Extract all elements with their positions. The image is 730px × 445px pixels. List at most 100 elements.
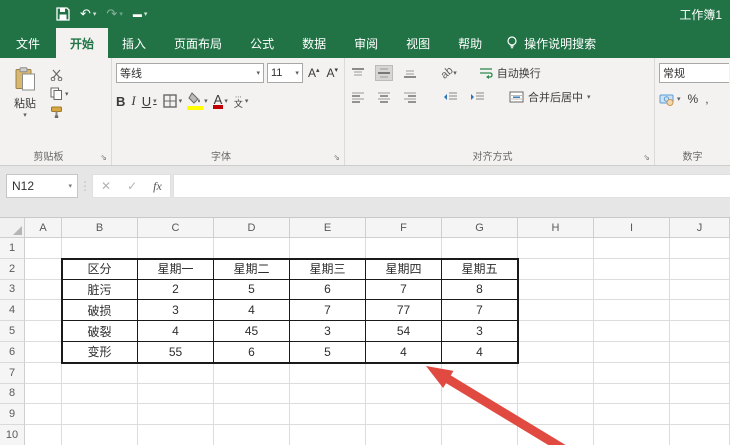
- percent-style-button[interactable]: %: [688, 92, 699, 106]
- cut-button[interactable]: [50, 69, 69, 81]
- cell-A3[interactable]: [25, 280, 62, 301]
- cell-D6[interactable]: 6: [214, 342, 290, 363]
- cell-D8[interactable]: [214, 384, 290, 405]
- cell-H6[interactable]: [518, 342, 594, 363]
- cell-G2[interactable]: 星期五: [442, 259, 518, 280]
- paste-button[interactable]: 粘贴 ▾: [4, 63, 46, 149]
- column-header-E[interactable]: E: [290, 218, 366, 238]
- cell-B8[interactable]: [62, 384, 138, 405]
- cell-B9[interactable]: [62, 404, 138, 425]
- row-header-4[interactable]: 4: [0, 300, 25, 321]
- cell-D4[interactable]: 4: [214, 300, 290, 321]
- cell-C3[interactable]: 2: [138, 280, 214, 301]
- shrink-font-button[interactable]: A▾: [324, 66, 340, 80]
- cell-D3[interactable]: 5: [214, 280, 290, 301]
- italic-button[interactable]: I: [131, 93, 135, 109]
- row-header-6[interactable]: 6: [0, 342, 25, 363]
- phonetic-guide-button[interactable]: ⋯文 ▾: [234, 95, 249, 107]
- cell-J10[interactable]: [670, 425, 730, 445]
- column-header-G[interactable]: G: [442, 218, 518, 238]
- cell-J5[interactable]: [670, 321, 730, 342]
- column-header-A[interactable]: A: [25, 218, 62, 238]
- cell-B10[interactable]: [62, 425, 138, 445]
- cell-C1[interactable]: [138, 238, 214, 259]
- cell-A1[interactable]: [25, 238, 62, 259]
- cell-A4[interactable]: [25, 300, 62, 321]
- cell-E8[interactable]: [290, 384, 366, 405]
- align-middle-button[interactable]: [375, 65, 393, 81]
- cell-I7[interactable]: [594, 363, 670, 384]
- cell-F1[interactable]: [366, 238, 442, 259]
- font-color-button[interactable]: A ▾: [214, 94, 228, 109]
- cell-A5[interactable]: [25, 321, 62, 342]
- cell-G8[interactable]: [442, 384, 518, 405]
- cell-A8[interactable]: [25, 384, 62, 405]
- customize-qat-button[interactable]: ▬▾: [133, 9, 148, 19]
- orientation-button[interactable]: ab▾: [441, 67, 457, 79]
- cell-I10[interactable]: [594, 425, 670, 445]
- cell-B3[interactable]: 脏污: [62, 280, 138, 301]
- cell-D9[interactable]: [214, 404, 290, 425]
- align-top-button[interactable]: [349, 65, 367, 81]
- grow-font-button[interactable]: A▴: [306, 66, 322, 80]
- tab-home[interactable]: 开始: [56, 28, 108, 58]
- cell-I1[interactable]: [594, 238, 670, 259]
- cell-G5[interactable]: 3: [442, 321, 518, 342]
- cell-H3[interactable]: [518, 280, 594, 301]
- cell-E6[interactable]: 5: [290, 342, 366, 363]
- cell-E1[interactable]: [290, 238, 366, 259]
- cell-C5[interactable]: 4: [138, 321, 214, 342]
- underline-button[interactable]: U▾: [142, 94, 157, 109]
- tab-view[interactable]: 视图: [392, 28, 444, 58]
- cell-H2[interactable]: [518, 259, 594, 280]
- cell-C10[interactable]: [138, 425, 214, 445]
- row-header-1[interactable]: 1: [0, 238, 25, 259]
- cell-I5[interactable]: [594, 321, 670, 342]
- cell-H8[interactable]: [518, 384, 594, 405]
- formula-input[interactable]: [173, 174, 730, 198]
- save-icon[interactable]: [56, 7, 70, 21]
- cell-I3[interactable]: [594, 280, 670, 301]
- undo-button[interactable]: ↶▾: [80, 6, 96, 22]
- cell-B4[interactable]: 破损: [62, 300, 138, 321]
- font-dialog-launcher[interactable]: ⇘: [333, 153, 340, 162]
- cell-J1[interactable]: [670, 238, 730, 259]
- column-header-I[interactable]: I: [594, 218, 670, 238]
- cell-F2[interactable]: 星期四: [366, 259, 442, 280]
- cell-C6[interactable]: 55: [138, 342, 214, 363]
- tab-insert[interactable]: 插入: [108, 28, 160, 58]
- tab-page-layout[interactable]: 页面布局: [160, 28, 236, 58]
- cell-B7[interactable]: [62, 363, 138, 384]
- cell-D10[interactable]: [214, 425, 290, 445]
- cell-I9[interactable]: [594, 404, 670, 425]
- cancel-icon[interactable]: ✕: [101, 179, 111, 193]
- font-name-combo[interactable]: 等线▾: [116, 63, 264, 83]
- cell-H7[interactable]: [518, 363, 594, 384]
- cell-E3[interactable]: 6: [290, 280, 366, 301]
- row-header-8[interactable]: 8: [0, 384, 25, 405]
- cell-C4[interactable]: 3: [138, 300, 214, 321]
- tab-review[interactable]: 审阅: [340, 28, 392, 58]
- row-header-3[interactable]: 3: [0, 280, 25, 301]
- select-all-corner[interactable]: [0, 218, 25, 238]
- cell-D2[interactable]: 星期二: [214, 259, 290, 280]
- cell-G4[interactable]: 7: [442, 300, 518, 321]
- cell-G7[interactable]: [442, 363, 518, 384]
- copy-button[interactable]: ▾: [50, 87, 69, 100]
- cell-E7[interactable]: [290, 363, 366, 384]
- cell-D1[interactable]: [214, 238, 290, 259]
- row-header-7[interactable]: 7: [0, 363, 25, 384]
- cell-I6[interactable]: [594, 342, 670, 363]
- cell-A2[interactable]: [25, 259, 62, 280]
- align-bottom-button[interactable]: [401, 65, 419, 81]
- cell-E9[interactable]: [290, 404, 366, 425]
- comma-style-button[interactable]: ,: [705, 92, 708, 106]
- cell-I2[interactable]: [594, 259, 670, 280]
- column-header-C[interactable]: C: [138, 218, 214, 238]
- number-format-combo[interactable]: 常规: [659, 63, 729, 83]
- cell-F5[interactable]: 54: [366, 321, 442, 342]
- cell-H1[interactable]: [518, 238, 594, 259]
- cell-J3[interactable]: [670, 280, 730, 301]
- cell-A7[interactable]: [25, 363, 62, 384]
- cell-F4[interactable]: 77: [366, 300, 442, 321]
